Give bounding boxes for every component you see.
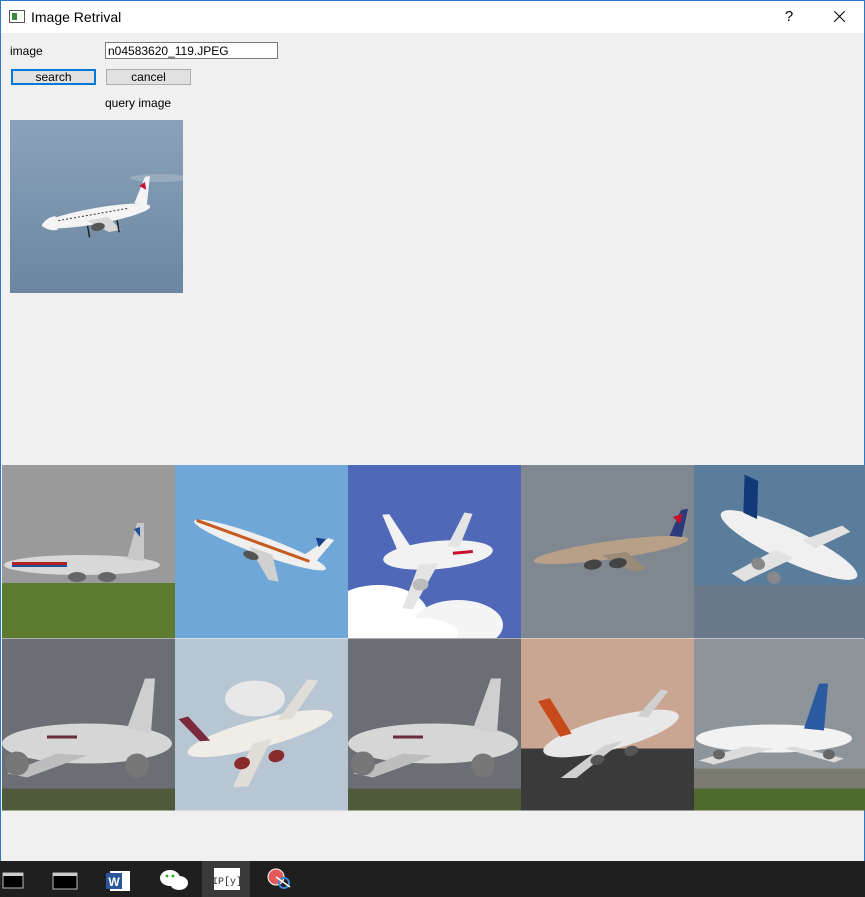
svg-text:IP[y]: IP[y]	[212, 876, 242, 888]
result-image[interactable]	[175, 638, 348, 811]
cancel-button[interactable]: cancel	[106, 69, 191, 85]
close-button[interactable]	[816, 1, 862, 33]
image-input[interactable]	[105, 42, 278, 59]
search-button[interactable]: search	[11, 69, 96, 85]
svg-text:W: W	[108, 875, 120, 889]
result-image[interactable]	[694, 465, 865, 638]
window-title: Image Retrival	[31, 9, 122, 25]
query-image-label: query image	[105, 96, 172, 110]
word-icon[interactable]: W	[96, 861, 144, 897]
ipython-icon[interactable]: IP[y]	[202, 861, 250, 897]
result-image[interactable]	[521, 638, 694, 811]
result-image[interactable]	[2, 638, 175, 811]
snipping-icon[interactable]	[256, 861, 304, 897]
result-image[interactable]	[348, 638, 521, 811]
result-image[interactable]	[175, 465, 348, 638]
results-grid	[2, 465, 865, 811]
image-label: image	[10, 44, 43, 58]
result-image[interactable]	[2, 465, 175, 638]
cmd-icon[interactable]	[0, 861, 48, 897]
help-button[interactable]: ?	[771, 1, 807, 33]
wechat-icon[interactable]	[152, 861, 200, 897]
cmd-icon[interactable]	[48, 861, 96, 897]
query-image	[10, 120, 183, 293]
app-icon	[9, 10, 25, 23]
result-image[interactable]	[521, 465, 694, 638]
main-window: Image Retrival ? image search cancel que…	[0, 0, 865, 862]
taskbar: W IP[y]	[0, 861, 865, 897]
result-image[interactable]	[348, 465, 521, 638]
title-bar[interactable]: Image Retrival ?	[1, 1, 864, 33]
result-image[interactable]	[694, 638, 865, 811]
